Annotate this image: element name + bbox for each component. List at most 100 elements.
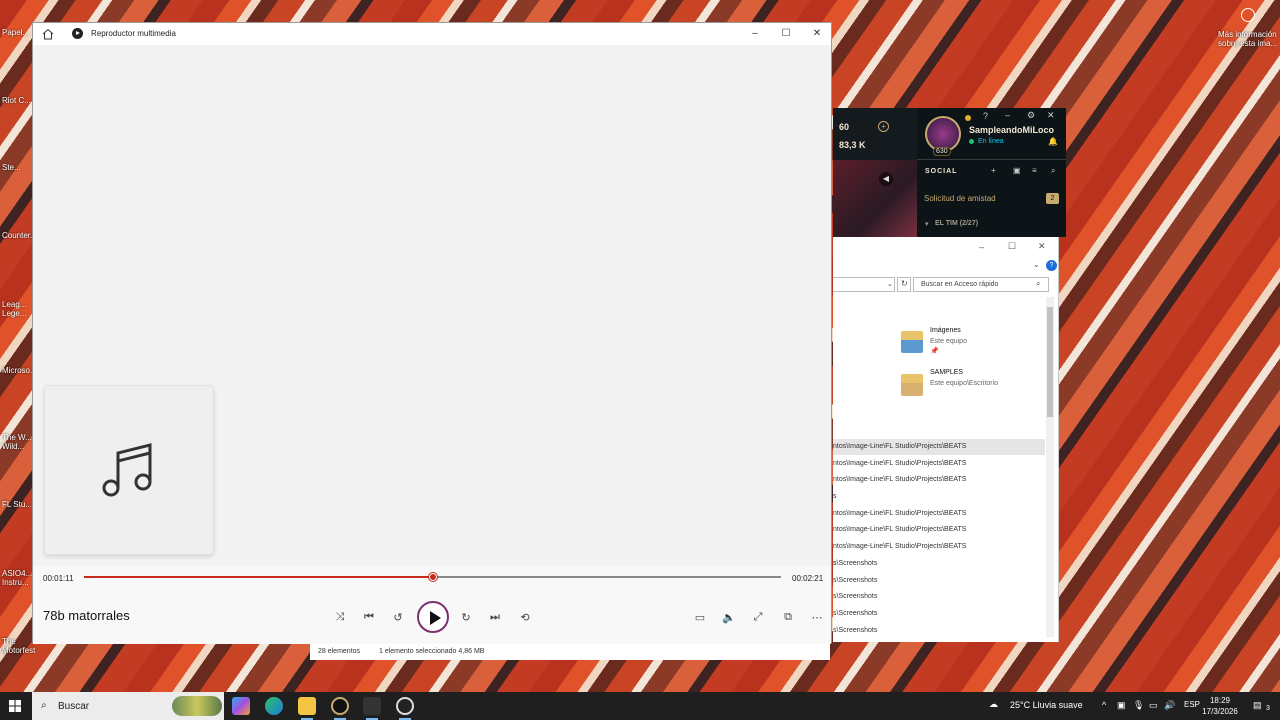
help-icon[interactable]: ? — [1046, 260, 1057, 271]
add-friend-icon[interactable]: + — [991, 166, 996, 175]
network-icon[interactable]: ▭ — [1149, 700, 1158, 711]
repeat-button[interactable]: ⟲ — [514, 606, 536, 628]
minimize-icon[interactable]: – — [1005, 110, 1010, 120]
search-icon: ⌕ — [1036, 279, 1041, 288]
social-heading: SOCIAL — [925, 168, 958, 175]
help-icon[interactable]: ? — [983, 111, 988, 121]
speaker-icon[interactable]: ◀ — [879, 172, 893, 186]
fl-studio-icon[interactable] — [363, 697, 381, 715]
friend-request-link[interactable]: Solicitud de amistad — [924, 194, 996, 203]
mission-icon[interactable] — [965, 115, 971, 121]
add-folder-icon[interactable]: ▣ — [1013, 166, 1021, 175]
weather-icon[interactable]: ☁ — [989, 699, 998, 710]
mini-player-button[interactable]: ⧉ — [777, 606, 799, 628]
copilot-icon[interactable] — [232, 697, 250, 715]
forward-30-button[interactable]: ↻ — [455, 606, 477, 628]
friend-group-label[interactable]: EL TIM (2/27) — [935, 220, 978, 227]
window-title: Reproductor multimedia — [91, 29, 176, 38]
minimize-button[interactable]: – — [743, 26, 767, 42]
add-currency-icon[interactable]: + — [878, 121, 889, 132]
more-icon: ⋯ — [811, 611, 823, 624]
desktop-icon-label[interactable]: FL Stu... — [2, 500, 36, 509]
rewind-10-button[interactable]: ↺ — [387, 606, 409, 628]
clock-time: 18:29 — [1209, 696, 1231, 705]
file-row[interactable]: ntos\Image-Line\FL Studio\Projects\BEATS — [833, 522, 1045, 538]
maximize-icon[interactable]: ☐ — [1008, 241, 1016, 252]
microphone-icon[interactable]: 🎙 — [1133, 700, 1144, 711]
edge-icon[interactable] — [265, 697, 283, 715]
mini-player-icon: ⧉ — [784, 610, 792, 623]
camera-icon[interactable] — [1241, 8, 1255, 22]
file-row[interactable]: s\Screenshots — [833, 606, 1045, 622]
shuffle-button[interactable]: ⤨ — [329, 606, 351, 628]
desktop-icon-label[interactable]: ASIO4... Instru... — [2, 569, 36, 587]
tray-app-icon[interactable]: ▣ — [1117, 700, 1126, 711]
seek-handle[interactable] — [428, 573, 437, 581]
more-options-button[interactable]: ⋯ — [806, 606, 828, 628]
minimize-icon[interactable]: – — [979, 242, 984, 252]
folder-icon — [901, 331, 923, 353]
scrollbar-thumb[interactable] — [1047, 307, 1053, 417]
desktop-icon-label[interactable]: The W... Wild... — [2, 433, 36, 451]
notification-icon[interactable]: ▤ — [1253, 700, 1262, 711]
maximize-button[interactable]: ☐ — [774, 26, 798, 42]
windows-start-icon[interactable] — [9, 700, 21, 712]
desktop-icon-label[interactable]: The Motorfest — [2, 637, 36, 655]
desktop-icon-label[interactable]: Riot C... — [2, 96, 36, 105]
file-row[interactable]: s\Screenshots — [833, 623, 1045, 639]
close-button[interactable]: ✕ — [805, 26, 829, 42]
file-row[interactable]: ntos\Image-Line\FL Studio\Projects\BEATS — [833, 439, 1045, 455]
search-label: Buscar — [58, 701, 90, 712]
chevron-up-icon[interactable]: ^ — [1102, 700, 1106, 710]
volume-button[interactable]: 🔈 — [718, 606, 740, 628]
expand-icon: ⤢ — [753, 610, 763, 623]
list-icon[interactable]: ≡ — [1032, 166, 1037, 175]
search-input[interactable]: Buscar en Acceso rápido — [913, 277, 1049, 292]
taskbar-search[interactable]: ⌕ Buscar — [32, 692, 224, 720]
desktop-icon-label[interactable]: Microso... — [2, 366, 37, 375]
file-row[interactable]: s\Screenshots — [833, 556, 1045, 572]
file-row[interactable]: ntos\Image-Line\FL Studio\Projects\BEATS — [833, 456, 1045, 472]
desktop-icon-label[interactable]: Ste... — [2, 163, 36, 172]
close-icon[interactable]: ✕ — [1047, 110, 1055, 121]
language-indicator[interactable]: ESP — [1184, 700, 1200, 709]
captions-button[interactable]: ▭ — [689, 606, 711, 628]
chevron-down-icon[interactable]: ⌄ — [887, 280, 893, 288]
media-player-icon[interactable] — [396, 697, 414, 715]
game-launcher-icon[interactable] — [331, 697, 349, 715]
seek-bar[interactable] — [84, 573, 781, 581]
settings-gear-icon[interactable]: ⚙ — [1027, 110, 1035, 121]
captions-icon: ▭ — [694, 611, 706, 624]
chevron-down-icon[interactable]: ▾ — [925, 220, 929, 228]
search-icon[interactable]: ⌕ — [1051, 166, 1055, 176]
scrollbar[interactable] — [1046, 297, 1054, 637]
chevron-down-icon[interactable]: ⌄ — [1033, 260, 1040, 269]
album-art[interactable] — [44, 385, 214, 555]
previous-button[interactable]: ⏮ — [358, 606, 380, 628]
shuffle-icon: ⤨ — [335, 610, 345, 623]
next-button[interactable]: ⏭ — [484, 606, 506, 628]
home-icon[interactable] — [42, 28, 54, 40]
file-row[interactable]: ntos\Image-Line\FL Studio\Projects\BEATS — [833, 539, 1045, 555]
file-row[interactable]: s\Screenshots — [833, 589, 1045, 605]
desktop-icon-label[interactable]: Leag... Lege... — [2, 300, 36, 318]
refresh-button[interactable]: ↻ — [897, 277, 911, 292]
file-row[interactable]: ntos\Image-Line\FL Studio\Projects\BEATS — [833, 472, 1045, 488]
fullscreen-button[interactable]: ⤢ — [747, 606, 769, 628]
file-row[interactable]: s\Screenshots — [833, 573, 1045, 589]
desktop-icon-label[interactable]: Counter... — [2, 231, 37, 240]
clock[interactable]: 18:29 17/3/2026 — [1200, 695, 1240, 717]
skip-forward-icon: ⏭ — [490, 610, 500, 623]
file-explorer-icon[interactable] — [298, 697, 316, 715]
close-icon[interactable]: ✕ — [1038, 241, 1046, 252]
bell-icon[interactable]: 🔔 — [1048, 137, 1058, 146]
weather-text[interactable]: 25°C Lluvia suave — [1010, 700, 1083, 710]
file-row[interactable]: s — [833, 489, 1045, 505]
volume-icon[interactable]: 🔊 — [1164, 700, 1175, 711]
file-row[interactable]: ntos\Image-Line\FL Studio\Projects\BEATS — [833, 506, 1045, 522]
desktop-icon-label[interactable]: Papel... — [2, 28, 36, 37]
desktop-info-link[interactable]: Más información sobre esta ima... — [1218, 30, 1278, 48]
repeat-icon: ⟲ — [520, 611, 530, 624]
play-button[interactable] — [417, 601, 449, 633]
address-bar[interactable] — [833, 277, 895, 292]
